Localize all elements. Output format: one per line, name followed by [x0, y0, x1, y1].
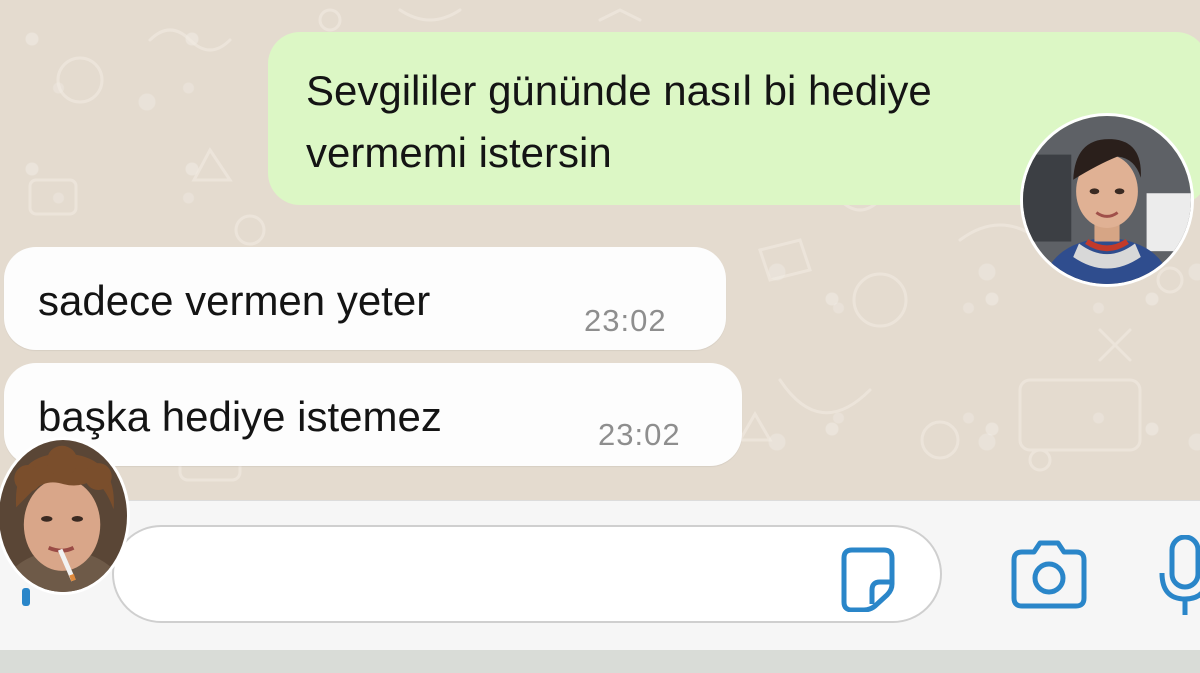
- incoming-message-text: başka hediye istemez: [38, 393, 442, 440]
- message-timestamp: 23:02: [584, 303, 667, 338]
- sticker-icon[interactable]: [834, 544, 902, 613]
- incoming-message-text: sadece vermen yeter: [38, 277, 431, 324]
- camera-icon[interactable]: [1006, 538, 1092, 614]
- plus-icon[interactable]: [22, 588, 30, 606]
- chat-area[interactable]: Sevgililer gününde nasıl bi hediye verme…: [0, 0, 1200, 500]
- outgoing-message-line-1: Sevgililer gününde nasıl bi hediye: [306, 67, 932, 114]
- avatar: [1020, 113, 1194, 287]
- avatar: [0, 437, 130, 595]
- incoming-message-bubble[interactable]: sadece vermen yeter 23:02: [4, 247, 726, 350]
- microphone-icon[interactable]: [1158, 535, 1200, 617]
- person-photo: [0, 440, 127, 592]
- message-timestamp: 23:02: [598, 417, 681, 452]
- message-input[interactable]: [112, 525, 942, 623]
- bottom-strip: [0, 650, 1200, 673]
- person-photo: [1023, 116, 1191, 284]
- incoming-message-bubble[interactable]: başka hediye istemez 23:02: [4, 363, 742, 466]
